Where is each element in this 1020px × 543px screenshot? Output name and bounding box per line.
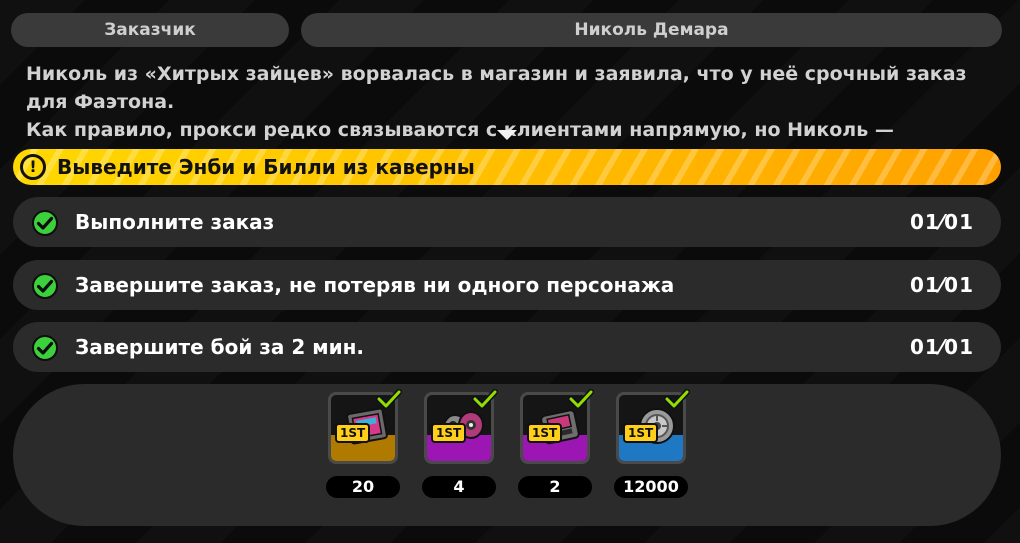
claimed-check-icon <box>664 389 690 409</box>
client-name-text: Николь Демара <box>574 20 729 40</box>
claimed-check-icon <box>376 389 402 409</box>
objective-label: Завершите бой за 2 мин. <box>75 335 365 359</box>
objective-row: Выполните заказ 01⁄01 <box>13 197 1001 247</box>
first-clear-badge: 1ST <box>431 423 467 443</box>
exclamation-icon: ! <box>20 154 46 180</box>
check-circle-icon <box>32 335 58 361</box>
objective-row: Завершите заказ, не потеряв ни одного пе… <box>13 260 1001 310</box>
description-line-1: Николь из «Хитрых зайцев» ворвалась в ма… <box>26 63 967 113</box>
objective-progress: 01⁄01 <box>909 335 974 359</box>
reward-quantity: 2 <box>518 476 592 498</box>
first-clear-badge: 1ST <box>623 423 659 443</box>
check-circle-icon <box>32 210 58 236</box>
check-circle-icon <box>32 273 58 299</box>
scroll-down-caret-icon[interactable] <box>497 130 517 140</box>
reward-quantity: 12000 <box>614 476 688 498</box>
reward-quantity: 20 <box>326 476 400 498</box>
client-name: Николь Демара <box>301 13 1002 47</box>
objective-row: Завершите бой за 2 мин. 01⁄01 <box>13 322 1001 372</box>
claimed-check-icon <box>472 389 498 409</box>
first-clear-badge: 1ST <box>335 423 371 443</box>
rewards-panel <box>13 384 1001 526</box>
client-label: Заказчик <box>11 13 289 47</box>
client-label-text: Заказчик <box>104 20 196 40</box>
objective-label: Выполните заказ <box>75 210 275 234</box>
quest-banner: ! Выведите Энби и Билли из каверны <box>13 149 1001 185</box>
claimed-check-icon <box>568 389 594 409</box>
objective-progress: 01⁄01 <box>909 210 974 234</box>
objective-progress: 01⁄01 <box>909 273 974 297</box>
first-clear-badge: 1ST <box>527 423 563 443</box>
reward-quantity: 4 <box>422 476 496 498</box>
objective-label: Завершите заказ, не потеряв ни одного пе… <box>75 273 675 297</box>
quest-title: Выведите Энби и Билли из каверны <box>57 155 475 179</box>
